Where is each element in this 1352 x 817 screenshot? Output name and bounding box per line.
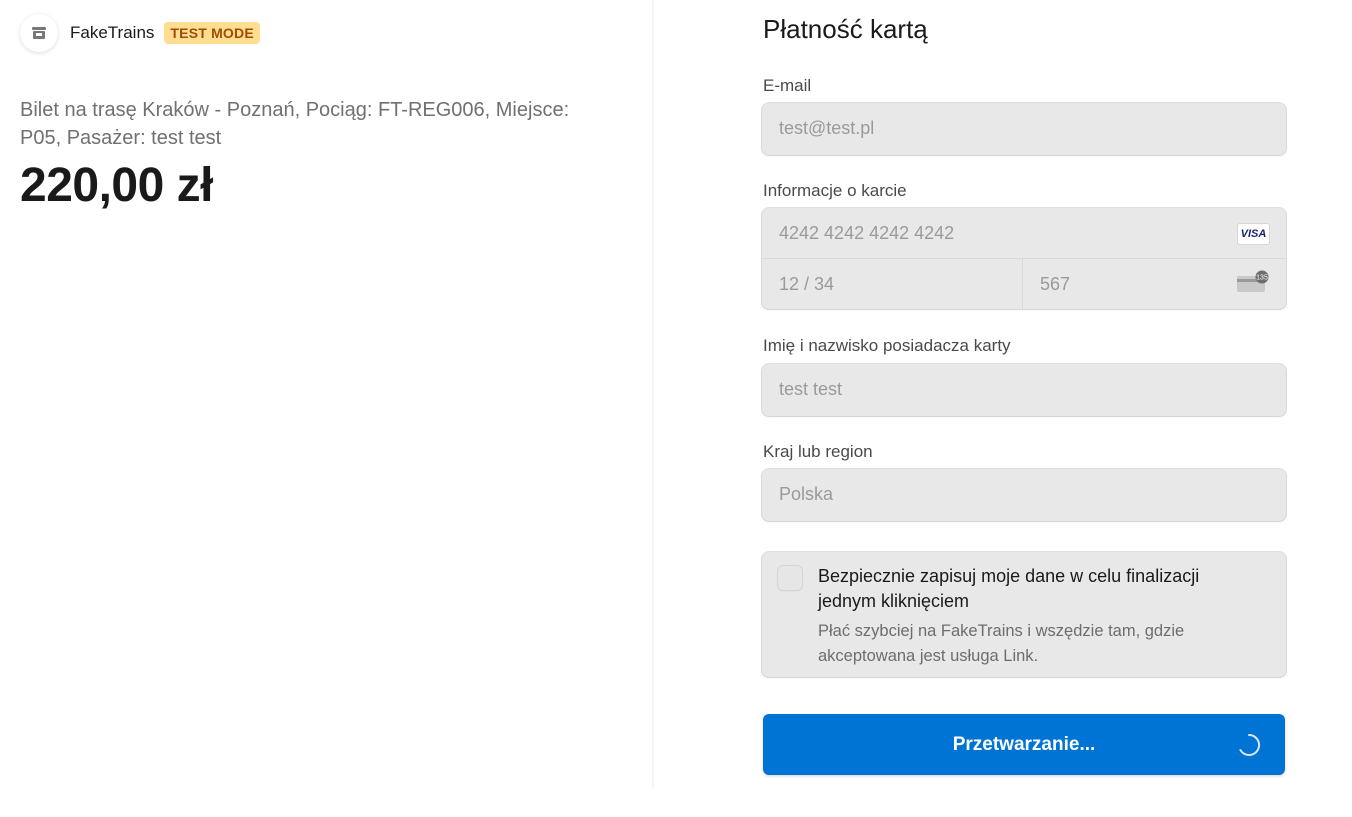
- submit-label: Przetwarzanie...: [952, 733, 1096, 755]
- cvc-icon-text: 135: [1256, 275, 1268, 282]
- save-info-checkbox[interactable]: [778, 566, 802, 590]
- product-description: Bilet na trasę Kraków - Poznań, Pociąg: …: [20, 99, 570, 149]
- email-field[interactable]: test@test.pl: [762, 103, 1286, 155]
- form-title: Płatność kartą: [763, 14, 928, 44]
- save-info-title: Bezpiecznie zapisuj moje dane w celu fin…: [818, 566, 1200, 611]
- store-icon[interactable]: [20, 14, 58, 52]
- country-select[interactable]: Polska: [762, 469, 1286, 521]
- card-number-value: 4242 4242 4242 4242: [779, 223, 955, 243]
- card-number-field[interactable]: 4242 4242 4242 4242 VISA: [762, 208, 1286, 258]
- email-value: test@test.pl: [779, 118, 875, 138]
- card-cvc-icon: 135: [1237, 270, 1269, 292]
- submit-button[interactable]: Przetwarzanie...: [763, 714, 1285, 775]
- test-mode-badge: TEST MODE: [164, 22, 260, 44]
- cardholder-field[interactable]: test test: [762, 364, 1286, 416]
- card-expiry-value: 12 / 34: [779, 274, 835, 294]
- merchant-header: FakeTrains TEST MODE: [20, 14, 260, 52]
- cardholder-label: Imię i nazwisko posiadacza karty: [763, 336, 1011, 355]
- card-info-group: 4242 4242 4242 4242 VISA 12 / 34 567 135: [762, 208, 1286, 309]
- save-info-box: Bezpiecznie zapisuj moje dane w celu fin…: [762, 552, 1286, 677]
- order-summary-panel: FakeTrains TEST MODE Bilet na trasę Krak…: [0, 0, 652, 788]
- spinner-icon: [1239, 733, 1261, 756]
- card-expiry-field[interactable]: 12 / 34: [762, 259, 1022, 309]
- card-cvc-value: 567: [1040, 274, 1071, 294]
- email-label: E-mail: [763, 76, 812, 95]
- country-label: Kraj lub region: [763, 442, 873, 461]
- merchant-name: FakeTrains: [70, 23, 155, 42]
- country-value: Polska: [779, 484, 834, 504]
- visa-icon: VISA: [1237, 223, 1270, 245]
- panel-divider: [652, 0, 654, 788]
- order-price: 220,00 zł: [20, 159, 213, 212]
- card-info-label: Informacje o karcie: [763, 181, 907, 200]
- save-info-subtitle: Płać szybciej na FakeTrains i wszędzie t…: [818, 622, 1185, 665]
- cardholder-value: test test: [779, 379, 843, 399]
